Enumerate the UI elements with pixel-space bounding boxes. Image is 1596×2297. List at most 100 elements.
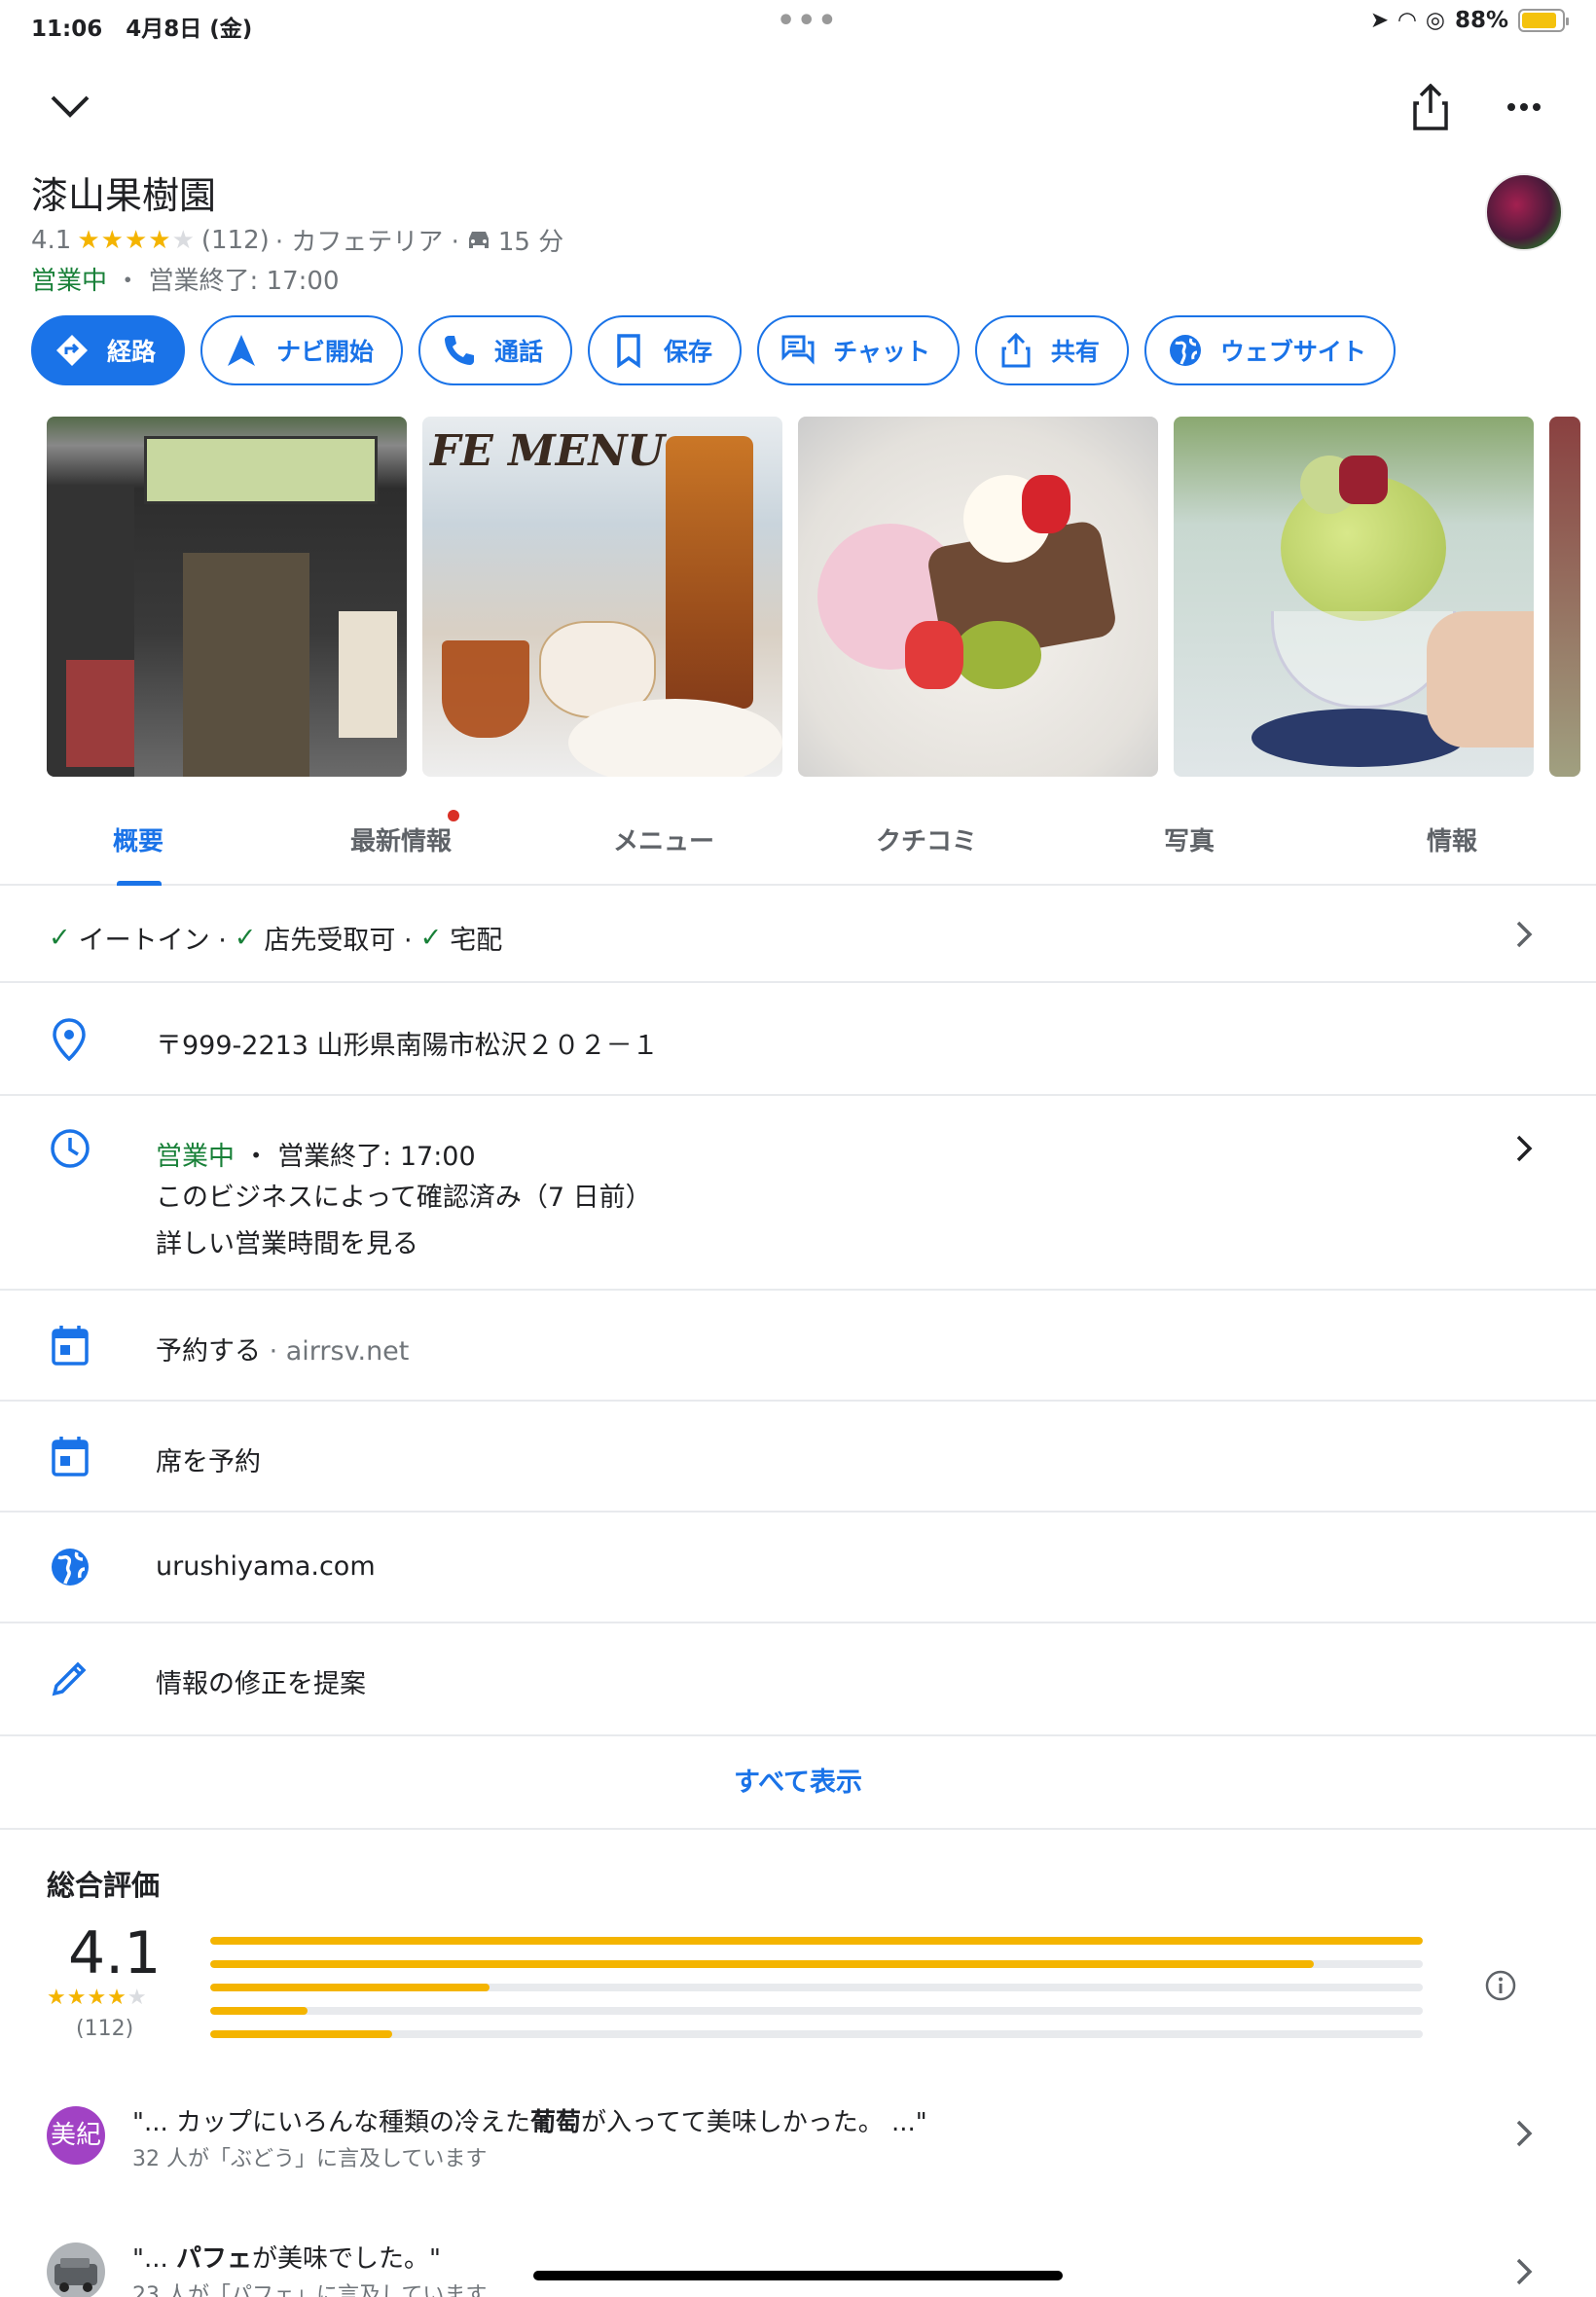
reviewer-avatar: 美紀	[47, 2106, 105, 2165]
rating-bar-fill	[210, 1937, 1423, 1945]
photo-dessert-plate[interactable]	[798, 417, 1158, 777]
review-mention-count: 23 人が「パフェ」に言及しています	[132, 2283, 488, 2297]
website-button[interactable]: ウェブサイト	[1143, 315, 1396, 385]
tab-about[interactable]: 情報	[1364, 821, 1540, 857]
chevron-right-icon	[1516, 2258, 1533, 2285]
calendar-icon	[52, 1437, 89, 1477]
location-arrow-icon: ➤	[1369, 8, 1390, 33]
overall-review-count: (112)	[76, 2017, 134, 2041]
rating-bar-4-star	[210, 1960, 1423, 1968]
action-bar: 経路 ナビ開始 通話 保存 チャット 共有 ウェブサイト	[31, 315, 1396, 385]
reserve-row[interactable]: 予約する · airrsv.net	[0, 1291, 1596, 1402]
hours-detail-link[interactable]: 詳しい営業時間を見る	[156, 1222, 418, 1260]
location-pin-icon	[53, 1018, 86, 1061]
battery-icon	[1518, 9, 1569, 32]
home-indicator[interactable]	[533, 2271, 1063, 2280]
wifi-icon: ◠	[1398, 8, 1416, 33]
status-bar: 11:06 4月8日 (金) ••• ➤ ◠ ◎ 88%	[0, 0, 1596, 47]
battery-percent: 88%	[1454, 8, 1508, 33]
tab-reviews[interactable]: クチコミ	[839, 821, 1014, 857]
info-icon[interactable]	[1483, 1968, 1518, 2003]
car-photo-icon	[54, 2258, 97, 2292]
photo-grape-parfait[interactable]	[1174, 417, 1534, 777]
rating-stars: ★★★★★	[77, 225, 196, 255]
calendar-icon	[52, 1326, 89, 1366]
review-quote: "... カップにいろんな種類の冷えた葡萄が入ってて美味しかった。 ..."	[132, 2108, 927, 2137]
review-mention-count: 32 人が「ぶどう」に言及しています	[132, 2147, 488, 2171]
tab-menu[interactable]: メニュー	[576, 821, 751, 857]
phone-icon	[445, 336, 475, 365]
call-button[interactable]: 通話	[418, 315, 573, 385]
address-row[interactable]: 〒999-2213 山形県南陽市松沢２０２－１	[0, 983, 1596, 1096]
rating-bar-fill	[210, 1960, 1314, 1968]
show-all-button[interactable]: すべて表示	[0, 1736, 1596, 1830]
orientation-lock-icon: ◎	[1425, 8, 1445, 33]
hours-row[interactable]: 営業中 ・ 営業終了: 17:00 このビジネスによって確認済み（7 日前） 詳…	[0, 1096, 1596, 1291]
tab-overview[interactable]: 概要	[51, 821, 226, 857]
rating-bar-2-star	[210, 2007, 1423, 2015]
category: · カフェテリア ·	[274, 228, 459, 257]
rating-line: 4.1 ★★★★★ (112) · カフェテリア · 15 分	[31, 222, 563, 258]
website-row[interactable]: urushiyama.com	[0, 1513, 1596, 1623]
photo-storefront[interactable]	[47, 417, 407, 777]
globe-icon	[1169, 335, 1201, 366]
chat-button[interactable]: チャット	[757, 315, 960, 385]
photo-cafe-menu[interactable]: FE MENU	[422, 417, 782, 777]
reserve-label: 予約する	[156, 1336, 261, 1367]
directions-button[interactable]: 経路	[31, 315, 186, 385]
status-time: 11:06	[31, 17, 103, 42]
start-navigation-button[interactable]: ナビ開始	[200, 315, 404, 385]
hours-verified: このビジネスによって確認済み（7 日前）	[156, 1183, 652, 1213]
share-place-button[interactable]: 共有	[974, 315, 1129, 385]
updates-badge-dot	[448, 810, 459, 821]
share-icon[interactable]	[1413, 84, 1448, 130]
overall-stars: ★★★★★	[47, 1986, 148, 2010]
hours-close: ・ 営業終了: 17:00	[242, 1142, 476, 1172]
drive-time: 15 分	[497, 228, 564, 257]
chat-icon	[781, 335, 815, 365]
share-icon	[1001, 333, 1031, 368]
rating-distribution	[210, 1937, 1423, 2054]
open-status: 営業中	[31, 267, 108, 296]
services-row[interactable]: ✓ イートイン · ✓ 店先受取可 · ✓ 宅配	[0, 886, 1596, 983]
place-title: 漆山果樹園	[31, 174, 217, 217]
overall-rating: 4.1	[68, 1919, 162, 1987]
pencil-icon	[52, 1661, 87, 1696]
address-text: 〒999-2213 山形県南陽市松沢２０２－１	[156, 1031, 659, 1061]
tab-bar: 概要 最新情報 メニュー クチコミ 写真 情報	[0, 798, 1596, 886]
multitasking-dots-icon[interactable]: •••	[777, 4, 839, 38]
rating-bar-5-star	[210, 1937, 1423, 1945]
rating-section-title: 総合評価	[47, 1869, 161, 1902]
review-snippet[interactable]: "... パフェが美味でした。" 23 人が「パフェ」に言及しています	[0, 2219, 1596, 2297]
check-icon: ✓	[234, 923, 257, 953]
place-thumbnail[interactable]	[1485, 173, 1563, 251]
photo-partial[interactable]	[1549, 417, 1580, 777]
photo-strip: FE MENU	[47, 417, 1580, 777]
reviewer-avatar	[47, 2242, 105, 2297]
chevron-down-icon[interactable]	[49, 91, 91, 121]
suggest-edit-row[interactable]: 情報の修正を提案	[0, 1623, 1596, 1736]
review-count[interactable]: (112)	[201, 226, 270, 255]
save-button[interactable]: 保存	[588, 315, 743, 385]
tab-photos[interactable]: 写真	[1102, 821, 1277, 857]
rating-bar-3-star	[210, 1984, 1423, 1991]
rating-bar-1-star	[210, 2030, 1423, 2038]
chevron-right-icon	[1516, 921, 1533, 948]
reserve-site: · airrsv.net	[269, 1336, 410, 1367]
check-icon: ✓	[49, 923, 71, 953]
menu-sign-text: FE MENU	[430, 426, 665, 476]
close-time: ・ 営業終了: 17:00	[115, 267, 340, 296]
website-url: urushiyama.com	[156, 1551, 376, 1582]
open-line: 営業中 ・ 営業終了: 17:00	[31, 261, 340, 297]
review-snippet[interactable]: 美紀 "... カップにいろんな種類の冷えた葡萄が入ってて美味しかった。 ...…	[0, 2083, 1596, 2190]
car-icon	[468, 231, 489, 248]
clock-icon	[51, 1129, 90, 1168]
bookmark-icon	[617, 334, 640, 368]
check-icon: ✓	[419, 923, 443, 953]
more-icon[interactable]	[1506, 101, 1542, 113]
rating-value: 4.1	[31, 225, 72, 255]
seat-reservation-row[interactable]: 席を予約	[0, 1402, 1596, 1513]
globe-icon	[52, 1549, 89, 1586]
rating-bar-fill	[210, 2030, 392, 2038]
tab-updates[interactable]: 最新情報	[313, 821, 489, 857]
